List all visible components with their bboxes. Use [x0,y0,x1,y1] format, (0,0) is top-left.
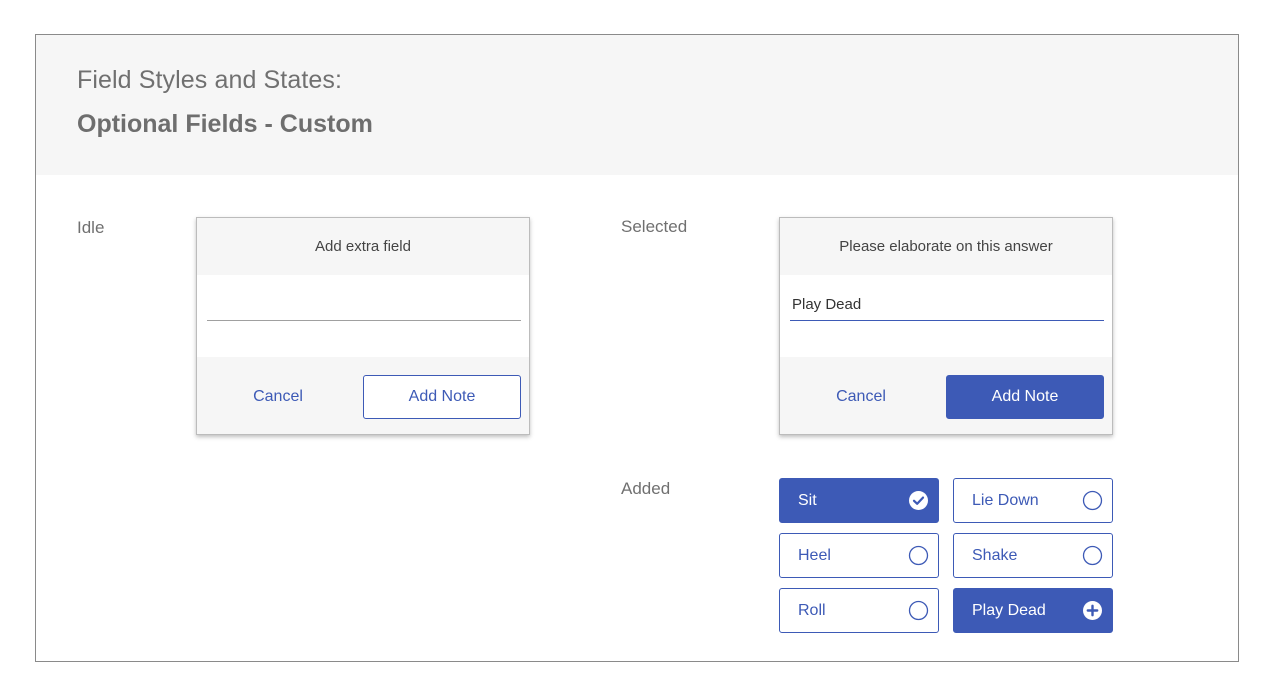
extra-field-input[interactable] [207,289,521,321]
card-body [197,275,529,357]
chip-label: Play Dead [972,602,1046,619]
card-body [780,275,1112,357]
chip-play-dead[interactable]: Play Dead [953,588,1113,633]
plus-circle-icon [1083,601,1102,620]
add-note-button[interactable]: Add Note [363,375,521,419]
chip-sit[interactable]: Sit [779,478,939,523]
state-label-selected: Selected [621,217,688,236]
selected-note-card: Please elaborate on this answer Cancel A… [779,217,1113,435]
chip-shake[interactable]: Shake [953,533,1113,578]
showcase-frame: Field Styles and States: Optional Fields… [35,34,1239,662]
chip-label: Sit [798,492,817,509]
empty-circle-icon [1082,490,1103,511]
state-label-idle: Idle [77,218,105,237]
chip-lie-down[interactable]: Lie Down [953,478,1113,523]
card-title: Please elaborate on this answer [839,238,1053,255]
empty-circle-icon [908,600,929,621]
add-note-button[interactable]: Add Note [946,375,1104,419]
check-circle-icon [909,491,928,510]
page-title: Field Styles and States: [77,66,343,94]
state-label-added: Added [621,479,671,498]
chip-heel[interactable]: Heel [779,533,939,578]
chip-roll[interactable]: Roll [779,588,939,633]
chip-label: Shake [972,547,1018,564]
chip-label: Heel [798,547,831,564]
empty-circle-icon [1082,545,1103,566]
cancel-button[interactable]: Cancel [197,375,359,419]
empty-circle-icon [908,545,929,566]
idle-note-card: Add extra field Cancel Add Note [196,217,530,435]
chip-label: Roll [798,602,826,619]
page-header: Field Styles and States: Optional Fields… [36,35,1238,175]
elaborate-input[interactable] [790,289,1104,321]
cancel-button[interactable]: Cancel [780,375,942,419]
chip-label: Lie Down [972,492,1039,509]
card-title: Add extra field [315,238,411,255]
page-subtitle: Optional Fields - Custom [77,110,373,138]
